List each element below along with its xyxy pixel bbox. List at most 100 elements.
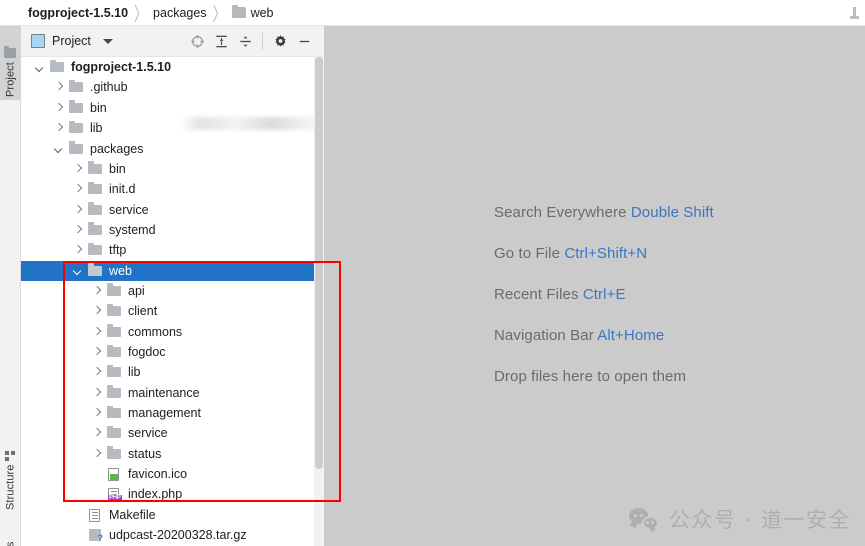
sidebar-tab-structure[interactable]: Structure bbox=[0, 431, 21, 513]
folder-icon bbox=[69, 120, 84, 134]
shortcut-action: Navigation Bar bbox=[494, 327, 594, 344]
tree-row[interactable]: bin bbox=[21, 159, 324, 179]
sidebar-tab-favorites[interactable]: orites bbox=[0, 524, 21, 546]
folder-icon bbox=[107, 344, 122, 358]
breadcrumb-item-web[interactable]: web bbox=[231, 4, 274, 20]
tree-row[interactable]: .github bbox=[21, 77, 324, 97]
shortcut-hint-row: Drop files here to open them bbox=[494, 368, 714, 385]
watermark-text: 公众号 · 道一安全 bbox=[668, 508, 851, 532]
tree-row-label: .github bbox=[90, 80, 128, 95]
tree-row[interactable]: api bbox=[21, 281, 324, 301]
tree-row[interactable]: fogproject-1.5.10 bbox=[21, 57, 324, 77]
chevron-right-icon[interactable] bbox=[92, 306, 103, 317]
folder-icon bbox=[231, 4, 246, 18]
chevron-right-icon[interactable] bbox=[92, 408, 103, 419]
tree-row[interactable]: bin bbox=[21, 98, 324, 118]
shortcut-keys: Ctrl+Shift+N bbox=[564, 245, 648, 262]
chevron-right-icon[interactable] bbox=[54, 102, 65, 113]
chevron-right-icon[interactable] bbox=[92, 428, 103, 439]
chevron-down-icon[interactable] bbox=[102, 38, 113, 44]
image-file-icon bbox=[107, 468, 122, 482]
chevron-right-icon[interactable] bbox=[73, 224, 84, 235]
chevron-right-icon[interactable] bbox=[92, 326, 103, 337]
collapse-all-icon[interactable] bbox=[233, 30, 257, 54]
chevron-right-icon[interactable] bbox=[54, 82, 65, 93]
sidebar-tab-label: orites bbox=[5, 542, 17, 546]
tree-row-label: systemd bbox=[109, 222, 156, 237]
tree-row-label: commons bbox=[128, 324, 183, 339]
folder-icon bbox=[88, 242, 103, 256]
tree-row[interactable]: fogdoc bbox=[21, 342, 324, 362]
breadcrumb: fogproject-1.5.10 〉 packages 〉 web bbox=[0, 0, 865, 26]
chevron-right-icon[interactable] bbox=[92, 387, 103, 398]
tree-row[interactable]: systemd bbox=[21, 220, 324, 240]
tree-row[interactable]: service bbox=[21, 199, 324, 219]
shortcut-hint-list: Search Everywhere Double Shift Go to Fil… bbox=[494, 204, 714, 409]
toolbar-divider bbox=[262, 33, 263, 50]
tree-row[interactable]: client bbox=[21, 301, 324, 321]
php-file-icon: PHP bbox=[107, 488, 122, 502]
tree-row[interactable]: init.d bbox=[21, 179, 324, 199]
chevron-right-icon[interactable] bbox=[73, 184, 84, 195]
shortcut-keys: Ctrl+E bbox=[582, 286, 626, 303]
chevron-down-icon[interactable] bbox=[54, 143, 65, 154]
chevron-right-icon[interactable] bbox=[73, 245, 84, 256]
shortcut-action: Go to File bbox=[494, 245, 561, 262]
tree-scrollbar-track[interactable] bbox=[314, 57, 324, 546]
project-tool-window: Project fogproject-1.5.10 .github bin li… bbox=[21, 26, 324, 546]
chevron-right-icon[interactable] bbox=[92, 285, 103, 296]
tool-window-tab-strip: Project Structure orites bbox=[0, 26, 21, 546]
tree-row-label: favicon.ico bbox=[128, 467, 188, 482]
chevron-right-icon[interactable] bbox=[54, 123, 65, 134]
project-toolbar-buttons bbox=[185, 26, 316, 57]
tree-row[interactable]: management bbox=[21, 403, 324, 423]
chevron-right-icon[interactable] bbox=[92, 367, 103, 378]
sidebar-tab-project[interactable]: Project bbox=[0, 26, 21, 100]
tree-scrollbar-thumb[interactable] bbox=[315, 57, 323, 469]
archive-file-icon: ? bbox=[88, 529, 103, 543]
tree-row-label: fogdoc bbox=[128, 345, 166, 360]
chevron-down-icon[interactable] bbox=[73, 265, 84, 276]
chevron-down-icon[interactable] bbox=[35, 62, 46, 73]
tree-row[interactable]: Makefile bbox=[21, 505, 324, 525]
folder-icon bbox=[88, 222, 103, 236]
tree-row-label: lib bbox=[90, 121, 103, 136]
project-tree[interactable]: fogproject-1.5.10 .github bin lib packages bi… bbox=[21, 57, 324, 546]
breadcrumb-item-project[interactable]: fogproject-1.5.10 bbox=[28, 6, 128, 20]
tree-row[interactable]: web bbox=[21, 260, 324, 281]
shortcut-hint-row: Recent Files Ctrl+E bbox=[494, 286, 714, 303]
tree-row[interactable]: lib bbox=[21, 362, 324, 382]
folder-icon bbox=[88, 181, 103, 195]
chevron-right-icon[interactable] bbox=[73, 163, 84, 174]
tree-row-label: packages bbox=[90, 141, 144, 156]
folder-icon bbox=[107, 385, 122, 399]
tree-row[interactable]: service bbox=[21, 423, 324, 443]
tree-row[interactable]: tftp bbox=[21, 240, 324, 260]
tree-row-label: bin bbox=[90, 100, 107, 115]
tree-row[interactable]: PHP index.php bbox=[21, 484, 324, 504]
gear-icon[interactable] bbox=[268, 30, 292, 54]
tree-row-label: api bbox=[128, 283, 145, 298]
tree-row[interactable]: favicon.ico bbox=[21, 464, 324, 484]
tree-row[interactable]: commons bbox=[21, 322, 324, 342]
hide-icon[interactable] bbox=[292, 30, 316, 54]
tree-row[interactable]: lib bbox=[21, 118, 324, 138]
chevron-right-icon[interactable] bbox=[92, 448, 103, 459]
scroll-from-source-icon[interactable] bbox=[185, 30, 209, 54]
chevron-right-icon[interactable] bbox=[73, 204, 84, 215]
project-view-selector[interactable]: Project bbox=[31, 34, 113, 48]
ide-window: fogproject-1.5.10 〉 packages 〉 web Proje… bbox=[0, 0, 865, 546]
tree-row[interactable]: maintenance bbox=[21, 383, 324, 403]
tree-row[interactable]: status bbox=[21, 444, 324, 464]
chevron-right-icon[interactable] bbox=[92, 347, 103, 358]
folder-icon bbox=[50, 59, 65, 73]
watermark: 公众号 · 道一安全 bbox=[628, 504, 851, 534]
tree-row[interactable]: ? udpcast-20200328.tar.gz bbox=[21, 525, 324, 545]
shortcut-hint-row: Search Everywhere Double Shift bbox=[494, 204, 714, 221]
expand-all-icon[interactable] bbox=[209, 30, 233, 54]
breadcrumb-item-packages[interactable]: packages bbox=[153, 6, 207, 20]
tree-row[interactable]: packages bbox=[21, 138, 324, 158]
folder-icon bbox=[107, 303, 122, 317]
